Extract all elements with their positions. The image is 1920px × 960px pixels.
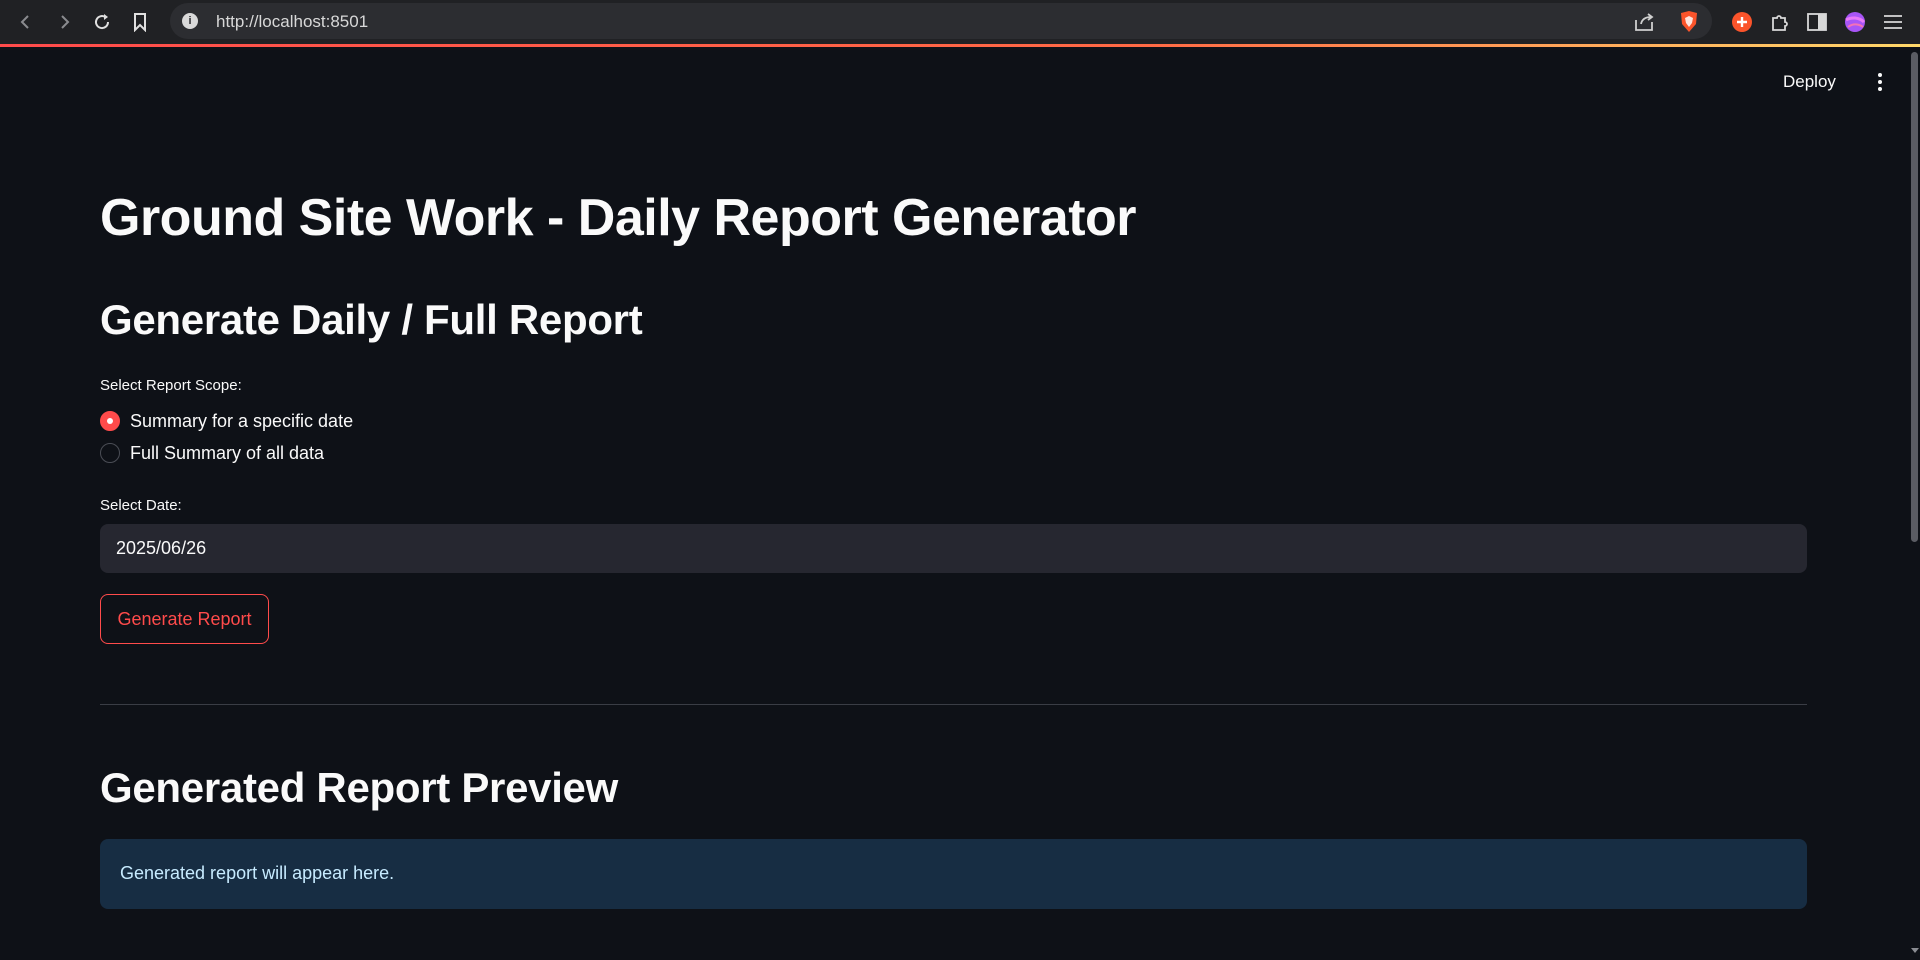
menu-icon[interactable] (1877, 6, 1909, 38)
scrollbar[interactable] (1909, 48, 1920, 960)
address-bar[interactable]: i http://localhost:8501 (170, 3, 1712, 39)
info-icon[interactable]: i (182, 13, 198, 29)
radio-option-specific-date[interactable]: Summary for a specific date (100, 409, 353, 433)
date-input[interactable] (100, 524, 1807, 573)
page-title: Ground Site Work - Daily Report Generato… (100, 189, 1137, 247)
section-heading-preview: Generated Report Preview (100, 764, 618, 811)
date-label: Select Date: (100, 497, 182, 514)
radio-selected-icon[interactable] (100, 411, 120, 431)
info-message: Generated report will appear here. (120, 863, 395, 883)
scroll-down-icon[interactable] (1911, 948, 1919, 953)
sidebar-icon[interactable] (1801, 6, 1833, 38)
info-alert: Generated report will appear here. (100, 839, 1807, 909)
reload-icon[interactable] (86, 6, 118, 38)
radio-unselected-icon[interactable] (100, 443, 120, 463)
profile-icon[interactable] (1839, 6, 1871, 38)
scope-label: Select Report Scope: (100, 377, 242, 394)
browser-toolbar: i http://localhost:8501 (0, 0, 1920, 44)
section-heading-generate: Generate Daily / Full Report (100, 296, 643, 343)
forward-icon[interactable] (48, 6, 80, 38)
brave-rewards-icon[interactable] (1726, 6, 1758, 38)
share-icon[interactable] (1628, 6, 1660, 38)
bookmark-icon[interactable] (124, 6, 156, 38)
page-load-indicator (0, 44, 1920, 47)
deploy-button[interactable]: Deploy (1783, 72, 1836, 92)
divider (100, 704, 1807, 705)
kebab-menu-icon[interactable] (1874, 72, 1886, 92)
back-icon[interactable] (10, 6, 42, 38)
radio-option-full-summary[interactable]: Full Summary of all data (100, 441, 324, 465)
url-text: http://localhost:8501 (216, 12, 369, 31)
extensions-icon[interactable] (1764, 6, 1796, 38)
scrollbar-thumb[interactable] (1911, 52, 1918, 542)
brave-shield-icon[interactable] (1673, 6, 1705, 38)
radio-label: Full Summary of all data (130, 442, 325, 463)
radio-label: Summary for a specific date (130, 410, 354, 431)
generate-report-button[interactable]: Generate Report (100, 594, 269, 644)
